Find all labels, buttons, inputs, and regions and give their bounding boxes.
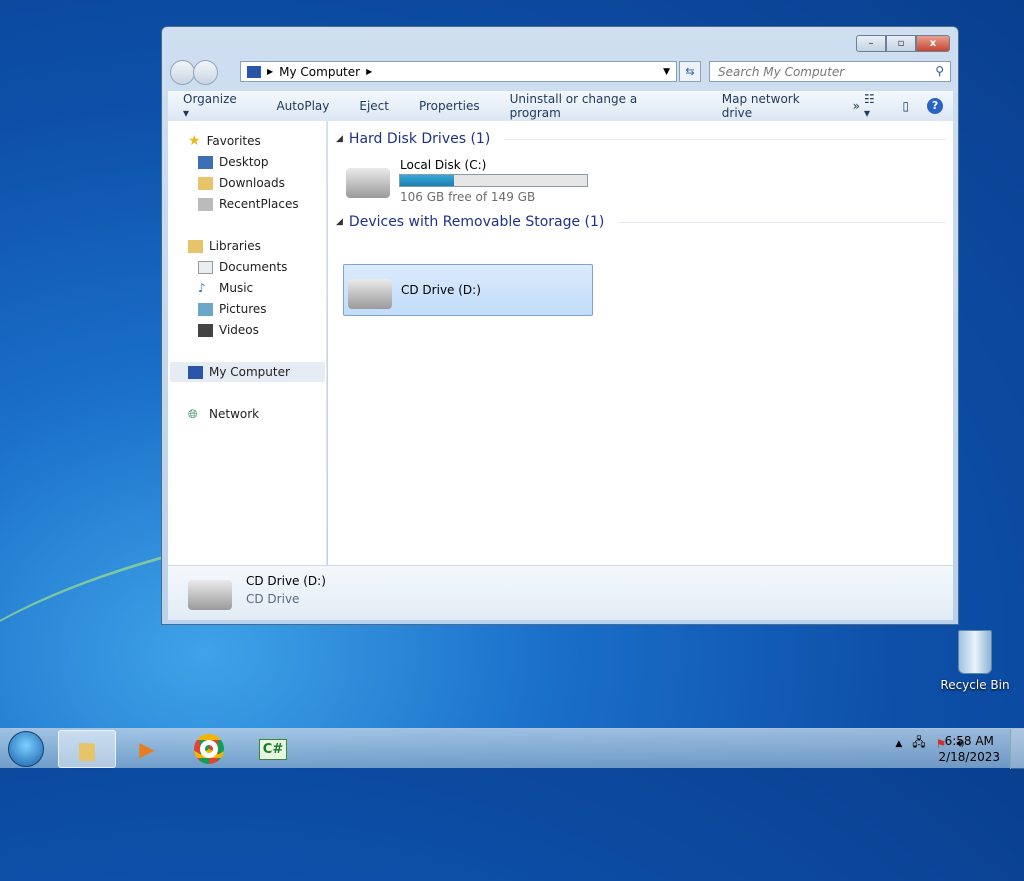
- sidebar-item-downloads[interactable]: Downloads: [198, 173, 285, 193]
- help-icon[interactable]: ?: [927, 98, 943, 114]
- back-button[interactable]: [170, 60, 195, 85]
- hard-drive-icon: [346, 168, 390, 198]
- sidebar-item-label: RecentPlaces: [219, 197, 299, 211]
- show-desktop-button[interactable]: [1010, 729, 1024, 769]
- libraries-icon: [188, 239, 203, 253]
- documents-icon: [198, 260, 213, 274]
- sidebar-item-label: Downloads: [219, 176, 285, 190]
- close-button[interactable]: x: [916, 35, 950, 52]
- details-type: CD Drive: [246, 592, 300, 606]
- sidebar-item-label: Network: [209, 407, 260, 421]
- sidebar-item-label: Music: [219, 281, 254, 295]
- group-header-hard-disk[interactable]: ◢ Hard Disk Drives (1): [336, 131, 946, 147]
- music-icon: ♪: [198, 281, 206, 295]
- sidebar-item-label: Libraries: [209, 239, 261, 253]
- sidebar-item-documents[interactable]: Documents: [198, 257, 287, 277]
- navigation-pane: ★ Favorites Desktop Downloads RecentPlace…: [168, 121, 327, 565]
- drive-name: Local Disk (C:): [400, 158, 487, 172]
- content-pane: ◢ Hard Disk Drives (1) Local Disk (C:) 10…: [328, 121, 953, 565]
- star-icon: ★: [188, 133, 201, 149]
- search-input[interactable]: Search My Computer ⚲: [709, 61, 951, 82]
- sidebar-item-favorites[interactable]: ★ Favorites: [188, 131, 261, 151]
- organize-button[interactable]: Organize ▾: [168, 92, 261, 120]
- sidebar-item-label: My Computer: [209, 365, 290, 379]
- preview-pane-icon[interactable]: ▯: [902, 99, 909, 113]
- show-hidden-icons-button[interactable]: ▲: [895, 739, 902, 749]
- recent-places-icon: [198, 197, 213, 211]
- sidebar-item-network[interactable]: 🌐︎ Network: [188, 404, 259, 424]
- clock[interactable]: 6:58 AM 2/18/2023: [938, 733, 1000, 765]
- chevron-down-icon[interactable]: ▼: [663, 67, 670, 77]
- sidebar-item-label: Desktop: [219, 155, 269, 169]
- csharp-icon: C#: [258, 738, 288, 760]
- cd-drive-icon: [188, 580, 232, 610]
- sidebar-item-pictures[interactable]: Pictures: [198, 299, 267, 319]
- explorer-window: – ▫ x ▶ My Computer ▶ ▼ ⇆ Search My Comp…: [161, 26, 959, 625]
- sidebar-item-videos[interactable]: Videos: [198, 320, 259, 340]
- sidebar-item-label: Favorites: [206, 134, 261, 148]
- forward-button[interactable]: [193, 60, 218, 85]
- local-disk-item[interactable]: Local Disk (C:) 106 GB free of 149 GB: [342, 156, 602, 206]
- properties-button[interactable]: Properties: [404, 99, 495, 113]
- sidebar-item-label: Videos: [219, 323, 259, 337]
- computer-icon: [247, 65, 261, 78]
- taskbar-csharp-app[interactable]: C#: [244, 730, 302, 768]
- maximize-button[interactable]: ▫: [886, 35, 916, 52]
- drive-free-space: 106 GB free of 149 GB: [400, 190, 536, 204]
- taskbar-chrome[interactable]: [180, 730, 238, 768]
- cd-drive-item[interactable]: CD Drive (D:): [343, 264, 593, 316]
- command-bar: Organize ▾ AutoPlay Eject Properties Uni…: [168, 91, 953, 121]
- desktop-icon: [198, 155, 213, 169]
- address-bar[interactable]: ▶ My Computer ▶ ▼: [240, 61, 677, 82]
- refresh-button[interactable]: ⇆: [679, 61, 701, 82]
- breadcrumb-my-computer[interactable]: My Computer: [279, 65, 360, 79]
- drive-name: CD Drive (D:): [401, 283, 481, 297]
- chrome-icon: [194, 734, 224, 764]
- more-button[interactable]: »: [849, 99, 864, 113]
- chevron-right-icon[interactable]: ▶: [366, 67, 372, 76]
- downloads-folder-icon: [198, 176, 213, 190]
- start-button[interactable]: [8, 731, 44, 767]
- recycle-bin-desktop-icon[interactable]: Recycle Bin: [940, 630, 1010, 692]
- media-player-icon: ▶: [139, 737, 155, 761]
- details-pane: CD Drive (D:) CD Drive: [168, 565, 953, 620]
- sidebar-item-my-computer[interactable]: My Computer: [170, 362, 325, 382]
- sidebar-item-libraries[interactable]: Libraries: [188, 236, 261, 256]
- uninstall-button[interactable]: Uninstall or change a program: [495, 92, 707, 120]
- details-name: CD Drive (D:): [246, 574, 326, 588]
- folder-icon: ▆: [79, 737, 95, 761]
- minimize-button[interactable]: –: [856, 35, 886, 52]
- sidebar-item-label: Pictures: [219, 302, 267, 316]
- taskbar-explorer[interactable]: ▆: [58, 730, 116, 768]
- videos-icon: [198, 323, 213, 337]
- taskbar-media-player[interactable]: ▶: [118, 730, 176, 768]
- group-header-removable[interactable]: ◢ Devices with Removable Storage (1): [336, 214, 946, 230]
- disk-usage-bar: [399, 174, 588, 187]
- sidebar-item-desktop[interactable]: Desktop: [198, 152, 269, 172]
- chevron-right-icon: ▶: [267, 67, 274, 76]
- view-options-icon[interactable]: ☷ ▾: [864, 92, 885, 120]
- recycle-bin-icon: [958, 630, 992, 674]
- eject-button[interactable]: Eject: [344, 99, 404, 113]
- sidebar-item-music[interactable]: ♪ Music: [198, 278, 253, 298]
- autoplay-button[interactable]: AutoPlay: [261, 99, 344, 113]
- sidebar-item-recent-places[interactable]: RecentPlaces: [198, 194, 299, 214]
- network-status-icon[interactable]: 🖧︎: [912, 733, 925, 754]
- search-icon: ⚲: [935, 64, 944, 78]
- sidebar-item-label: Documents: [219, 260, 288, 274]
- cd-drive-icon: [348, 279, 392, 309]
- computer-icon: [188, 365, 203, 379]
- map-network-drive-button[interactable]: Map network drive: [707, 92, 849, 120]
- taskbar: ▆ ▶ C# ▲ 🖧︎ ⚑ 🔊︎ 6:58 AM 2/18/2023: [0, 728, 1024, 769]
- pictures-icon: [198, 302, 213, 316]
- network-icon: 🌐︎: [188, 406, 198, 421]
